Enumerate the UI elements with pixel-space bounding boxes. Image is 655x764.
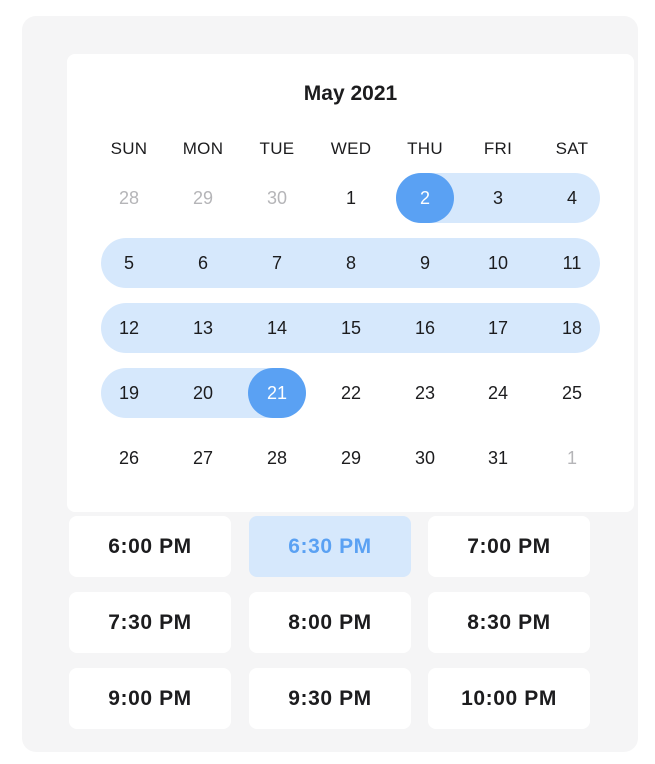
- day-cell[interactable]: 7: [247, 238, 307, 288]
- day-cell-prev-month[interactable]: 30: [247, 173, 307, 223]
- weekday-wed: WED: [330, 139, 372, 158]
- day-cell[interactable]: 9: [395, 238, 455, 288]
- day-cell[interactable]: 25: [542, 368, 602, 418]
- day-cell[interactable]: 22: [321, 368, 381, 418]
- calendar-card: May 2021 SUN MON TUE WED THU FRI SAT 28 …: [67, 54, 634, 512]
- day-cell-prev-month[interactable]: 29: [173, 173, 233, 223]
- day-cell[interactable]: 10: [468, 238, 528, 288]
- day-cell[interactable]: 26: [99, 433, 159, 483]
- day-cell[interactable]: 20: [173, 368, 233, 418]
- day-cell[interactable]: 31: [468, 433, 528, 483]
- day-cell-range-end[interactable]: 21: [247, 368, 307, 418]
- time-slot-button-selected[interactable]: 6:30 PM: [249, 516, 411, 577]
- day-cell[interactable]: 24: [468, 368, 528, 418]
- time-slot-button[interactable]: 6:00 PM: [69, 516, 231, 577]
- day-cell-range-start[interactable]: 2: [395, 173, 455, 223]
- time-slot-button[interactable]: 8:00 PM: [249, 592, 411, 653]
- time-slot-button[interactable]: 9:00 PM: [69, 668, 231, 729]
- time-slot-button[interactable]: 7:00 PM: [428, 516, 590, 577]
- day-cell[interactable]: 17: [468, 303, 528, 353]
- day-cell-prev-month[interactable]: 28: [99, 173, 159, 223]
- day-cell[interactable]: 1: [321, 173, 381, 223]
- day-cell[interactable]: 23: [395, 368, 455, 418]
- month-title: May 2021: [303, 82, 398, 105]
- day-cell[interactable]: 27: [173, 433, 233, 483]
- scheduler-panel: May 2021 SUN MON TUE WED THU FRI SAT 28 …: [22, 16, 638, 752]
- weekday-mon: MON: [182, 139, 224, 158]
- weekday-sat: SAT: [555, 139, 589, 158]
- weekday-fri: FRI: [483, 139, 513, 158]
- day-cell[interactable]: 18: [542, 303, 602, 353]
- time-slot-button[interactable]: 10:00 PM: [428, 668, 590, 729]
- time-slot-button[interactable]: 7:30 PM: [69, 592, 231, 653]
- time-slot-button[interactable]: 9:30 PM: [249, 668, 411, 729]
- day-cell[interactable]: 6: [173, 238, 233, 288]
- day-cell[interactable]: 15: [321, 303, 381, 353]
- day-cell[interactable]: 16: [395, 303, 455, 353]
- day-cell[interactable]: 4: [542, 173, 602, 223]
- weekday-sun: SUN: [110, 139, 148, 158]
- day-cell[interactable]: 30: [395, 433, 455, 483]
- day-cell[interactable]: 29: [321, 433, 381, 483]
- day-cell-next-month[interactable]: 1: [542, 433, 602, 483]
- day-cell[interactable]: 19: [99, 368, 159, 418]
- time-slot-button[interactable]: 8:30 PM: [428, 592, 590, 653]
- weekday-thu: THU: [407, 139, 443, 158]
- day-cell[interactable]: 11: [542, 238, 602, 288]
- weekday-tue: TUE: [259, 139, 295, 158]
- day-cell[interactable]: 13: [173, 303, 233, 353]
- day-cell[interactable]: 3: [468, 173, 528, 223]
- day-cell[interactable]: 5: [99, 238, 159, 288]
- day-cell[interactable]: 12: [99, 303, 159, 353]
- day-cell[interactable]: 14: [247, 303, 307, 353]
- day-cell[interactable]: 28: [247, 433, 307, 483]
- day-cell[interactable]: 8: [321, 238, 381, 288]
